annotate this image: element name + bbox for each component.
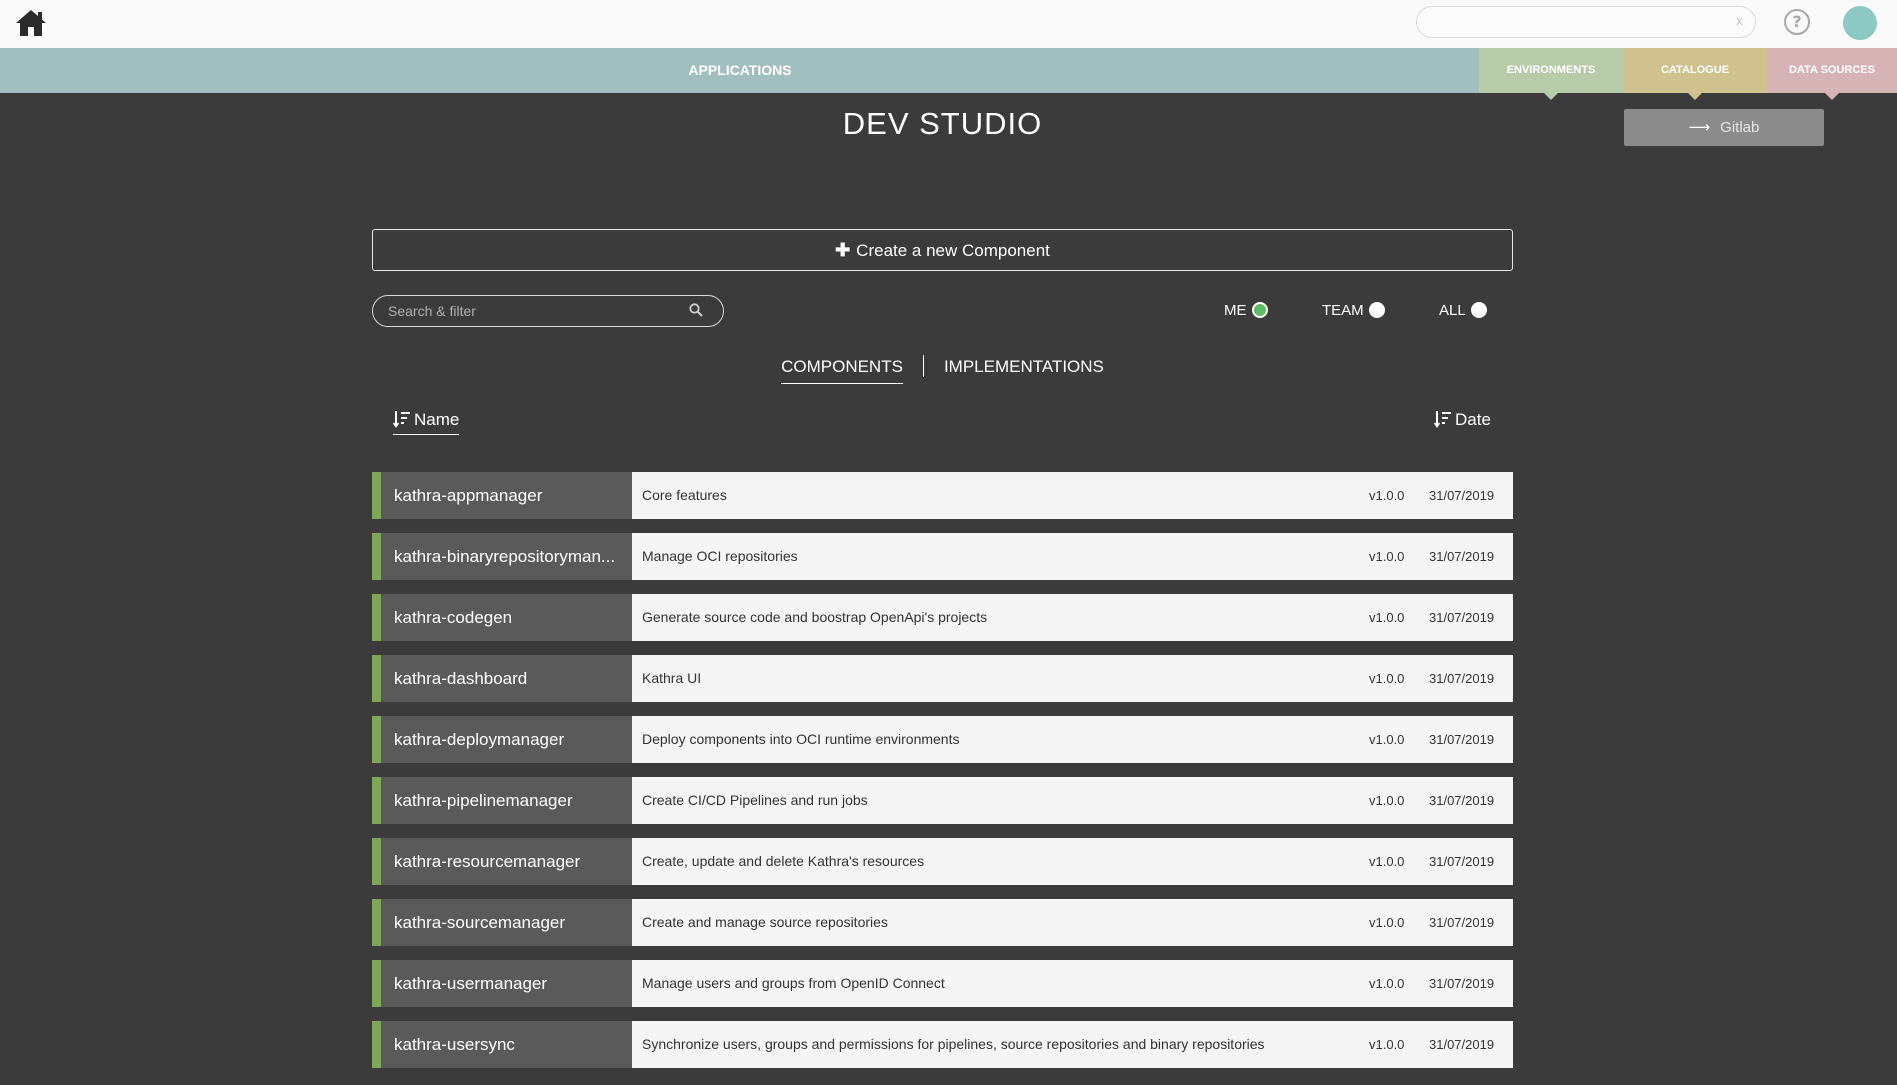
sort-icon <box>393 411 410 428</box>
radio-selected-icon[interactable] <box>1251 302 1268 318</box>
help-icon[interactable]: ? <box>1784 9 1810 35</box>
component-description: Core features <box>642 487 727 503</box>
component-description: Generate source code and boostrap OpenAp… <box>642 609 988 625</box>
component-date: 31/07/2019 <box>1429 549 1495 564</box>
nav-tab-environments[interactable]: ENVIRONMENTS <box>1479 48 1623 100</box>
component-name[interactable]: kathra-deploymanager <box>372 716 632 763</box>
scope-me-radio[interactable]: ME <box>1224 300 1268 322</box>
top-bar: x ? <box>0 0 1897 48</box>
search-filter-input[interactable] <box>372 295 724 327</box>
component-version: v1.0.0 <box>1369 1037 1405 1052</box>
list-item[interactable]: kathra-dashboard Kathra UI v1.0.0 31/07/… <box>372 655 1513 702</box>
scope-team-label: TEAM <box>1322 302 1364 319</box>
sort-icon <box>1434 411 1451 428</box>
global-search-input[interactable]: x <box>1416 6 1756 38</box>
component-name[interactable]: kathra-sourcemanager <box>372 899 632 946</box>
component-date: 31/07/2019 <box>1429 610 1495 625</box>
list-item[interactable]: kathra-codegen Generate source code and … <box>372 594 1513 641</box>
component-name[interactable]: kathra-usermanager <box>372 960 632 1007</box>
component-date: 31/07/2019 <box>1429 488 1495 503</box>
page-title: DEV STUDIO <box>842 106 1043 141</box>
component-date: 31/07/2019 <box>1429 915 1495 930</box>
sort-date-label: Date <box>1455 410 1491 429</box>
component-description: Manage users and groups from OpenID Conn… <box>642 975 945 991</box>
sort-by-name[interactable]: Name <box>393 410 460 435</box>
tab-divider <box>922 355 924 377</box>
component-date: 31/07/2019 <box>1429 793 1495 808</box>
component-version: v1.0.0 <box>1369 488 1405 503</box>
tab-components[interactable]: COMPONENTS <box>781 357 903 384</box>
component-version: v1.0.0 <box>1369 793 1405 808</box>
component-name[interactable]: kathra-resourcemanager <box>372 838 632 885</box>
create-component-label: Create a new Component <box>856 241 1050 260</box>
main-nav: APPLICATIONS ENVIRONMENTS CATALOGUE DATA… <box>0 48 1897 100</box>
component-name[interactable]: kathra-binaryrepositoryman... <box>372 533 632 580</box>
component-date: 31/07/2019 <box>1429 976 1495 991</box>
scope-team-radio[interactable]: TEAM <box>1322 300 1385 322</box>
component-name[interactable]: kathra-codegen <box>372 594 632 641</box>
list-item[interactable]: kathra-deploymanager Deploy components i… <box>372 716 1513 763</box>
radio-unselected-icon[interactable] <box>1368 302 1385 318</box>
clear-search-icon[interactable]: x <box>1736 14 1743 28</box>
component-name[interactable]: kathra-usersync <box>372 1021 632 1068</box>
avatar[interactable] <box>1843 6 1877 40</box>
component-version: v1.0.0 <box>1369 915 1405 930</box>
component-description: Create, update and delete Kathra's resou… <box>642 853 925 869</box>
list-item[interactable]: kathra-sourcemanager Create and manage s… <box>372 899 1513 946</box>
list-item[interactable]: kathra-usersync Synchronize users, group… <box>372 1021 1513 1068</box>
component-description: Synchronize users, groups and permission… <box>642 1036 1265 1052</box>
component-list: kathra-appmanager Core features v1.0.0 3… <box>372 472 1513 1082</box>
sort-by-date[interactable]: Date <box>1434 410 1491 430</box>
scope-me-label: ME <box>1224 302 1247 319</box>
list-item[interactable]: kathra-usermanager Manage users and grou… <box>372 960 1513 1007</box>
scope-all-label: ALL <box>1439 302 1466 319</box>
sort-name-label: Name <box>414 410 460 429</box>
list-item[interactable]: kathra-binaryrepositoryman... Manage OCI… <box>372 533 1513 580</box>
component-name[interactable]: kathra-pipelinemanager <box>372 777 632 824</box>
radio-unselected-icon[interactable] <box>1470 302 1487 318</box>
plus-icon: ✚ <box>835 240 851 260</box>
component-description: Deploy components into OCI runtime envir… <box>642 731 960 747</box>
view-tabs: COMPONENTS IMPLEMENTATIONS <box>0 355 1885 384</box>
nav-tab-applications[interactable]: APPLICATIONS <box>0 48 1480 93</box>
home-icon[interactable] <box>14 7 48 39</box>
component-date: 31/07/2019 <box>1429 854 1495 869</box>
nav-tab-data-sources[interactable]: DATA SOURCES <box>1767 48 1897 100</box>
component-date: 31/07/2019 <box>1429 671 1495 686</box>
component-version: v1.0.0 <box>1369 610 1405 625</box>
component-description: Kathra UI <box>642 670 702 686</box>
search-icon[interactable] <box>689 303 703 317</box>
component-date: 31/07/2019 <box>1429 1037 1495 1052</box>
component-version: v1.0.0 <box>1369 671 1405 686</box>
nav-tab-catalogue[interactable]: CATALOGUE <box>1623 48 1767 100</box>
scope-all-radio[interactable]: ALL <box>1439 300 1487 322</box>
component-description: Manage OCI repositories <box>642 548 798 564</box>
component-version: v1.0.0 <box>1369 732 1405 747</box>
component-description: Create and manage source repositories <box>642 914 888 930</box>
component-version: v1.0.0 <box>1369 549 1405 564</box>
list-item[interactable]: kathra-resourcemanager Create, update an… <box>372 838 1513 885</box>
tab-implementations[interactable]: IMPLEMENTATIONS <box>944 357 1104 383</box>
list-item[interactable]: kathra-appmanager Core features v1.0.0 3… <box>372 472 1513 519</box>
component-description: Create CI/CD Pipelines and run jobs <box>642 792 868 808</box>
list-item[interactable]: kathra-pipelinemanager Create CI/CD Pipe… <box>372 777 1513 824</box>
component-version: v1.0.0 <box>1369 854 1405 869</box>
component-name[interactable]: kathra-appmanager <box>372 472 632 519</box>
component-version: v1.0.0 <box>1369 976 1405 991</box>
create-component-button[interactable]: ✚ Create a new Component <box>372 229 1513 271</box>
component-name[interactable]: kathra-dashboard <box>372 655 632 702</box>
component-date: 31/07/2019 <box>1429 732 1495 747</box>
